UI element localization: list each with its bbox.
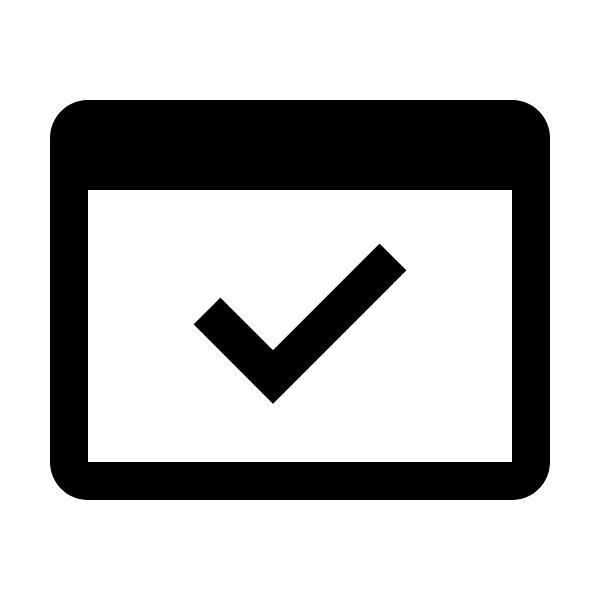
browser-window-check-icon: [50, 100, 550, 500]
icon-canvas: [0, 0, 600, 600]
